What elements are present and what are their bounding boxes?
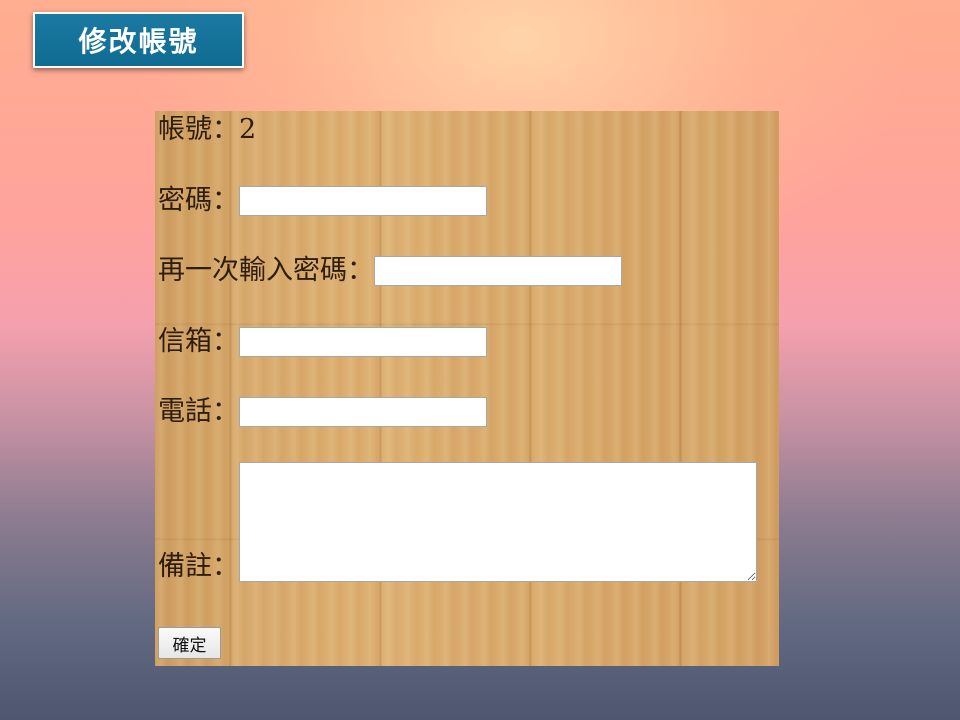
account-row: 帳號： 2 <box>158 115 256 145</box>
note-label: 備註： <box>158 551 239 582</box>
confirm-password-field[interactable] <box>374 256 622 286</box>
password-field[interactable] <box>239 186 487 216</box>
phone-row: 電話： <box>158 397 487 427</box>
page-title: 修改帳號 <box>78 25 199 58</box>
email-label: 信箱： <box>158 326 239 357</box>
page-title-badge: 修改帳號 <box>33 12 244 68</box>
email-row: 信箱： <box>158 327 487 357</box>
email-field[interactable] <box>239 327 487 357</box>
account-label: 帳號： <box>158 114 239 145</box>
phone-field[interactable] <box>239 397 487 427</box>
account-value: 2 <box>239 114 257 145</box>
password-row: 密碼： <box>158 186 487 216</box>
note-textarea[interactable] <box>239 462 757 582</box>
note-row: 備註： <box>158 462 757 582</box>
confirm-password-label: 再一次輸入密碼： <box>158 255 374 286</box>
confirm-password-row: 再一次輸入密碼： <box>158 256 622 286</box>
submit-button[interactable]: 確定 <box>158 627 221 659</box>
password-label: 密碼： <box>158 185 239 216</box>
edit-account-form: 帳號： 2 密碼： 再一次輸入密碼： 信箱： 電話： 備註： 確定 <box>155 111 779 666</box>
phone-label: 電話： <box>158 396 239 427</box>
